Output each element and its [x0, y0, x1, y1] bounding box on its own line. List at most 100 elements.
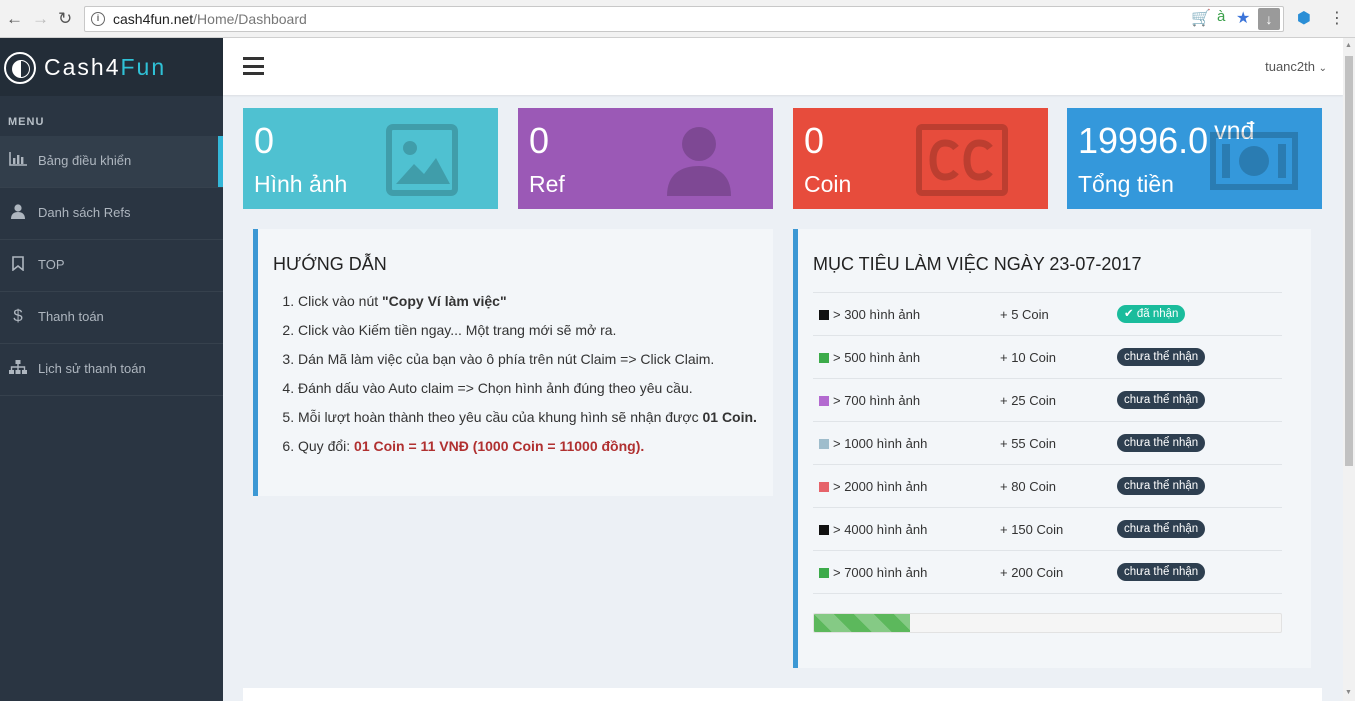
progress-fill [814, 614, 910, 632]
user-icon [8, 204, 28, 222]
daily-target-panel: MỤC TIÊU LÀM VIỆC NGÀY 23-07-2017 > 300 … [793, 229, 1311, 668]
status-badge: chưa thể nhận [1117, 563, 1206, 581]
table-row: > 4000 hình ảnh + 150 Coin chưa thể nhận [813, 507, 1282, 551]
sidebar-item-label: TOP [38, 257, 65, 272]
sidebar-item-label: Bảng điều khiển [38, 153, 132, 168]
sitemap-icon [8, 360, 28, 378]
table-row: > 700 hình ảnh + 25 Coin chưa thể nhận [813, 378, 1282, 422]
guide-steps: Click vào nút "Copy Ví làm việc" Click v… [298, 293, 758, 467]
list-item: Mỗi lượt hoàn thành theo yêu cầu của khu… [298, 409, 758, 425]
cart-extension-icon[interactable]: 🛒 [1191, 8, 1211, 28]
reward-cell: + 150 Coin [1000, 507, 1117, 551]
scrollbar[interactable]: ▲ ▼ [1343, 38, 1355, 701]
status-badge: chưa thể nhận [1117, 477, 1206, 495]
status-badge: chưa thể nhận [1117, 348, 1206, 366]
cc-icon [916, 124, 1008, 196]
cube-extension-icon[interactable]: ⬢ [1297, 8, 1311, 28]
goal-cell: > 4000 hình ảnh [813, 507, 1000, 551]
reward-cell: + 5 Coin [1000, 292, 1117, 336]
download-extension-icon[interactable]: ↓ [1258, 8, 1280, 30]
user-dropdown[interactable]: tuanc2th ⌄ [1265, 59, 1327, 74]
info-icon[interactable]: i [91, 12, 105, 26]
goal-cell: > 500 hình ảnh [813, 335, 1000, 379]
sidebar-item-label: Thanh toán [38, 309, 104, 324]
status-cell: chưa thể nhận [1117, 464, 1282, 508]
sidebar: Cash4Fun MENU Bảng điều khiển Danh sách … [0, 38, 223, 701]
table-row: > 2000 hình ảnh + 80 Coin chưa thể nhận [813, 464, 1282, 508]
list-item: Click vào Kiếm tiền ngay... Một trang mớ… [298, 322, 758, 338]
goal-cell: > 7000 hình ảnh [813, 550, 1000, 594]
brand-name: Cash4Fun [44, 54, 167, 80]
color-square [819, 524, 829, 535]
scroll-up-icon[interactable]: ▲ [1345, 42, 1352, 49]
language-extension-icon[interactable]: à [1217, 8, 1225, 25]
forward-arrow-icon[interactable]: → [32, 9, 49, 29]
sidebar-item-refs[interactable]: Danh sách Refs [0, 188, 223, 240]
goal-cell: > 300 hình ảnh [813, 292, 1000, 336]
scrollbar-thumb[interactable] [1345, 56, 1353, 466]
bar-chart-icon [8, 152, 28, 169]
dollar-icon: $ [13, 306, 23, 325]
sidebar-item-payment[interactable]: $ Thanh toán [0, 292, 223, 344]
table-row: > 500 hình ảnh + 10 Coin chưa thể nhận [813, 335, 1282, 379]
back-arrow-icon[interactable]: ← [6, 9, 23, 29]
target-table: > 300 hình ảnh + 5 Coin ✔ đã nhận > 500 hìn… [813, 292, 1282, 594]
status-badge: chưa thể nhận [1117, 434, 1206, 452]
image-icon [386, 124, 458, 196]
user-icon [667, 127, 731, 196]
table-row: > 1000 hình ảnh + 55 Coin chưa thể nhận [813, 421, 1282, 465]
reward-cell: + 10 Coin [1000, 335, 1117, 379]
stat-label: Coin [804, 171, 852, 197]
menu-header: MENU [8, 116, 45, 128]
progress-bar [813, 613, 1282, 633]
status-cell: chưa thể nhận [1117, 507, 1282, 551]
stat-value: 0 [254, 120, 275, 161]
status-cell: ✔ đã nhận [1117, 292, 1282, 336]
status-badge: ✔ đã nhận [1117, 305, 1186, 323]
status-cell: chưa thể nhận [1117, 550, 1282, 594]
table-row: > 7000 hình ảnh + 200 Coin chưa thể nhận [813, 550, 1282, 594]
status-cell: chưa thể nhận [1117, 378, 1282, 422]
color-square [819, 438, 829, 449]
logo-icon [4, 52, 36, 84]
top-bar: tuanc2th ⌄ [223, 38, 1343, 95]
url-text: cash4fun.net/Home/Dashboard [113, 11, 307, 27]
bottom-panel [243, 688, 1322, 701]
stat-value: 0 [529, 120, 550, 161]
scroll-down-icon[interactable]: ▼ [1345, 689, 1352, 696]
address-bar[interactable]: i cash4fun.net/Home/Dashboard [84, 6, 1284, 32]
reward-cell: + 80 Coin [1000, 464, 1117, 508]
brand[interactable]: Cash4Fun [0, 38, 223, 96]
menu-dots-icon[interactable]: ⋮ [1329, 8, 1345, 28]
color-square [819, 309, 829, 320]
stat-label: Tổng tiền [1078, 171, 1174, 197]
goal-cell: > 700 hình ảnh [813, 378, 1000, 422]
goal-cell: > 2000 hình ảnh [813, 464, 1000, 508]
sidebar-item-top[interactable]: TOP [0, 240, 223, 292]
stat-coin: 0 Coin [793, 108, 1048, 209]
reward-cell: + 55 Coin [1000, 421, 1117, 465]
sidebar-item-payment-history[interactable]: Lịch sử thanh toán [0, 344, 223, 396]
guide-panel: HƯỚNG DẪN Click vào nút "Copy Ví làm việ… [253, 229, 773, 496]
status-cell: chưa thể nhận [1117, 335, 1282, 379]
stat-ref: 0 Ref [518, 108, 773, 209]
sidebar-item-label: Danh sách Refs [38, 205, 131, 220]
color-square [819, 567, 829, 578]
reward-cell: + 200 Coin [1000, 550, 1117, 594]
hamburger-menu-icon[interactable] [243, 57, 264, 75]
stat-label: Hình ảnh [254, 171, 348, 197]
stat-images: 0 Hình ảnh [243, 108, 498, 209]
status-badge: chưa thể nhận [1117, 391, 1206, 409]
sidebar-item-label: Lịch sử thanh toán [38, 361, 146, 376]
guide-title: HƯỚNG DẪN [273, 254, 387, 274]
reload-icon[interactable]: ↻ [58, 9, 72, 29]
stat-total: 19996.0 vnđ Tổng tiền [1067, 108, 1322, 209]
bookmark-icon [8, 256, 28, 274]
check-icon: ✔ [1124, 308, 1137, 320]
stat-value: 0 [804, 120, 825, 161]
sidebar-item-dashboard[interactable]: Bảng điều khiển [0, 136, 223, 188]
list-item: Đánh dấu vào Auto claim => Chọn hình ảnh… [298, 380, 758, 396]
list-item: Quy đổi: 01 Coin = 11 VNĐ (1000 Coin = 1… [298, 438, 758, 454]
browser-toolbar: ← → ↻ i cash4fun.net/Home/Dashboard 🛒 à … [0, 0, 1355, 38]
bookmark-star-icon[interactable]: ★ [1236, 8, 1250, 28]
